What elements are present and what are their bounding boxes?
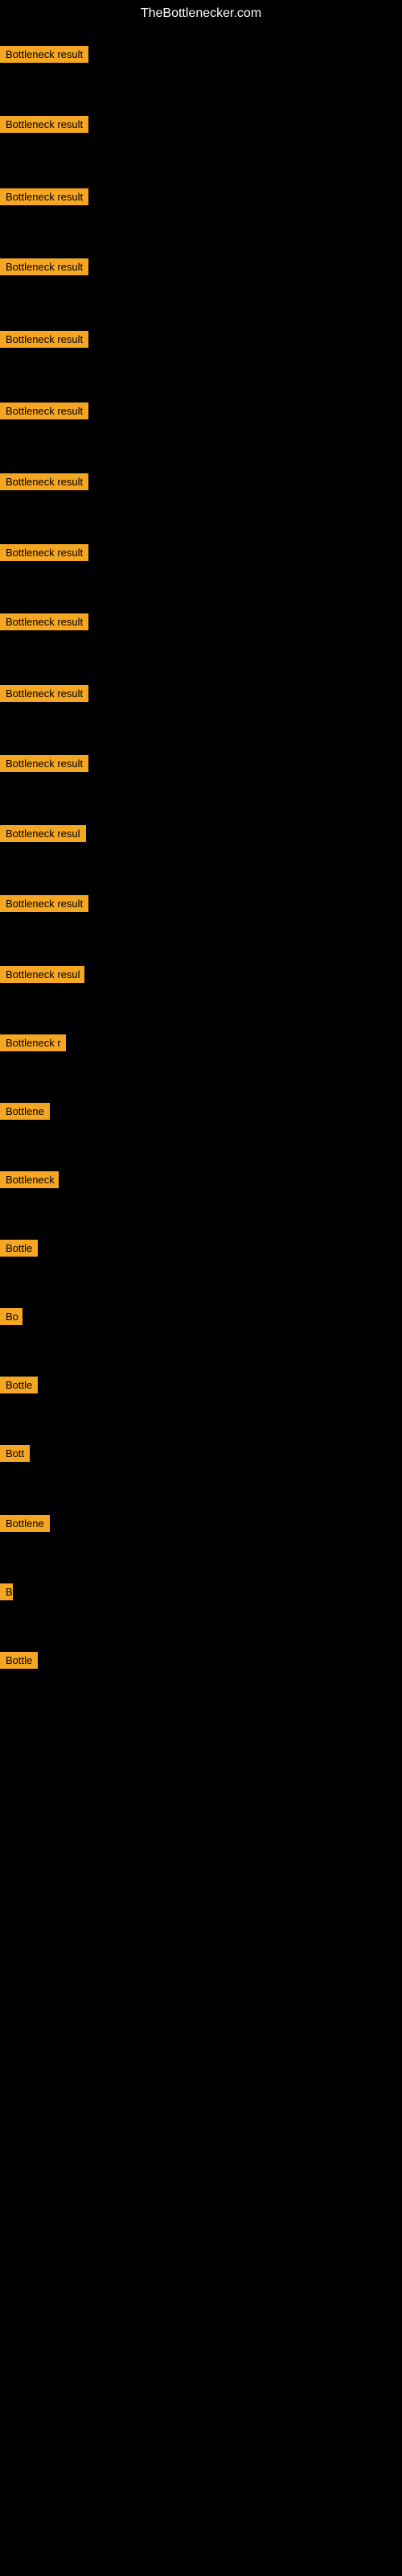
- bottleneck-badge-24: Bottle: [0, 1652, 38, 1669]
- bottleneck-badge-1: Bottleneck result: [0, 46, 88, 63]
- bottleneck-badge-4: Bottleneck result: [0, 258, 88, 275]
- bottleneck-badge-5: Bottleneck result: [0, 331, 88, 348]
- bottleneck-badge-22: Bottlene: [0, 1515, 50, 1532]
- bottleneck-badge-3: Bottleneck result: [0, 188, 88, 205]
- bottleneck-badge-6: Bottleneck result: [0, 402, 88, 419]
- bottleneck-badge-9: Bottleneck result: [0, 613, 88, 630]
- bottleneck-badge-2: Bottleneck result: [0, 116, 88, 133]
- bottleneck-badge-20: Bottle: [0, 1377, 38, 1393]
- bottleneck-badge-7: Bottleneck result: [0, 473, 88, 490]
- bottleneck-badge-18: Bottle: [0, 1240, 38, 1257]
- bottleneck-badge-15: Bottleneck r: [0, 1034, 66, 1051]
- bottleneck-badge-23: B: [0, 1583, 13, 1600]
- bottleneck-badge-12: Bottleneck resul: [0, 825, 86, 842]
- bottleneck-badge-21: Bott: [0, 1445, 30, 1462]
- site-title: TheBottlenecker.com: [0, 0, 402, 24]
- bottleneck-badge-16: Bottlene: [0, 1103, 50, 1120]
- bottleneck-badge-8: Bottleneck result: [0, 544, 88, 561]
- bottleneck-badge-11: Bottleneck result: [0, 755, 88, 772]
- bottleneck-badge-10: Bottleneck result: [0, 685, 88, 702]
- bottleneck-badge-17: Bottleneck: [0, 1171, 59, 1188]
- bottleneck-badge-19: Bo: [0, 1308, 23, 1325]
- bottleneck-badge-13: Bottleneck result: [0, 895, 88, 912]
- bottleneck-badge-14: Bottleneck resul: [0, 966, 84, 983]
